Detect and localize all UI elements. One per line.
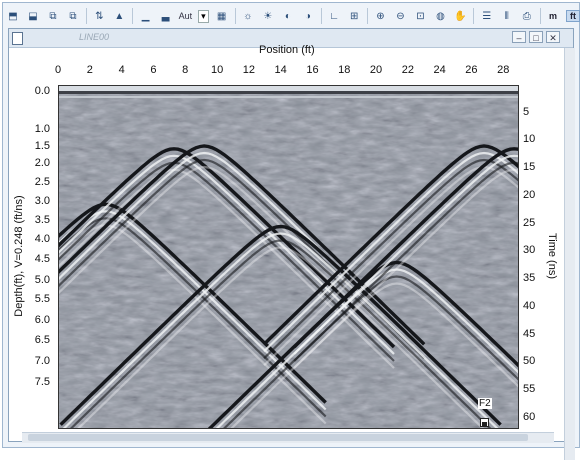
depth-tick-label: 5.5 xyxy=(22,293,50,305)
auto-select[interactable]: ▾ xyxy=(198,10,209,23)
restore-button[interactable]: □ xyxy=(529,31,543,43)
horizontal-scrollbar-thumb[interactable] xyxy=(28,434,528,441)
color-table-icon[interactable]: ▦ xyxy=(215,7,229,25)
depth-tick-label: 4.0 xyxy=(22,233,50,245)
time-tick-label: 10 xyxy=(523,133,535,145)
depth-tick-label: 3.0 xyxy=(22,195,50,207)
depth-tick-label: 6.0 xyxy=(22,314,50,326)
time-tick-label: 50 xyxy=(523,355,535,367)
depth-tick-label: 4.5 xyxy=(22,253,50,265)
time-tick-label: 15 xyxy=(523,161,535,173)
time-tick-label: 45 xyxy=(523,328,535,340)
depth-tick-label: 0.0 xyxy=(22,85,50,97)
save-icon[interactable]: ⬓ xyxy=(26,7,40,25)
x-tick-label: 0 xyxy=(55,64,61,76)
hat-icon[interactable]: ▲ xyxy=(112,7,126,25)
gain-low-icon[interactable]: ▁ xyxy=(139,7,153,25)
x-tick-label: 18 xyxy=(338,64,350,76)
vertical-lines-icon[interactable]: ⦀ xyxy=(500,7,514,25)
radargram-image xyxy=(58,85,519,429)
time-tick-label: 60 xyxy=(523,411,535,423)
vertical-scrollbar[interactable] xyxy=(564,48,575,460)
x-tick-label: 2 xyxy=(87,64,93,76)
x-tick-label: 4 xyxy=(119,64,125,76)
gain-high-icon[interactable]: ▃ xyxy=(159,7,173,25)
x-tick-label: 26 xyxy=(465,64,477,76)
contrast-up-icon[interactable]: ◐ xyxy=(281,7,295,25)
time-tick-label: 30 xyxy=(523,244,535,256)
x-tick-label: 20 xyxy=(370,64,382,76)
time-tick-label: 40 xyxy=(523,300,535,312)
print-icon[interactable]: ⎙ xyxy=(520,7,534,25)
brightness-down-icon[interactable]: ☀ xyxy=(261,7,275,25)
depth-tick-label: 2.0 xyxy=(22,157,50,169)
x-tick-label: 22 xyxy=(402,64,414,76)
unit-feet-button[interactable]: ft xyxy=(566,10,580,22)
zoom-fit-icon[interactable]: ⊡ xyxy=(413,7,427,25)
depth-tick-label: 5.0 xyxy=(22,274,50,286)
time-tick-label: 20 xyxy=(523,189,535,201)
auto-label: Aut xyxy=(179,11,193,21)
x-tick-label: 12 xyxy=(243,64,255,76)
contrast-down-icon[interactable]: ◑ xyxy=(301,7,315,25)
x-tick-label: 24 xyxy=(434,64,446,76)
depth-tick-label: 7.0 xyxy=(22,355,50,367)
globe-icon[interactable]: ◍ xyxy=(433,7,447,25)
horizontal-lines-icon[interactable]: ☰ xyxy=(480,7,494,25)
zoom-out-icon[interactable]: ⊖ xyxy=(393,7,407,25)
depth-tick-label: 3.5 xyxy=(22,214,50,226)
depth-tick-label: 7.5 xyxy=(22,376,50,388)
time-tick-label: 35 xyxy=(523,272,535,284)
depth-tick-label: 6.5 xyxy=(22,334,50,346)
depth-tick-label: 2.5 xyxy=(22,176,50,188)
marker-icon[interactable]: ⊞ xyxy=(347,7,361,25)
x-tick-label: 6 xyxy=(150,64,156,76)
hand-icon[interactable]: ✋ xyxy=(453,7,467,25)
split-icon[interactable]: ⧉ xyxy=(46,7,60,25)
depth-tick-label: 1.0 xyxy=(22,123,50,135)
minimize-button[interactable]: – xyxy=(512,31,526,43)
marker-label: F2 xyxy=(478,398,492,409)
x-tick-label: 28 xyxy=(497,64,509,76)
merge-icon[interactable]: ⧉ xyxy=(66,7,80,25)
x-tick-label: 14 xyxy=(275,64,287,76)
axis-icon[interactable]: ∟ xyxy=(327,7,341,25)
open-file-icon[interactable]: ⬒ xyxy=(6,7,20,25)
x-tick-label: 16 xyxy=(306,64,318,76)
brightness-up-icon[interactable]: ☼ xyxy=(241,7,255,25)
document-icon xyxy=(12,32,23,45)
zoom-in-icon[interactable]: ⊕ xyxy=(373,7,387,25)
time-tick-label: 55 xyxy=(523,383,535,395)
filter-icon[interactable]: ⇅ xyxy=(92,7,106,25)
x-tick-label: 8 xyxy=(182,64,188,76)
window-title: LINE00 xyxy=(79,32,109,42)
horizontal-scrollbar[interactable] xyxy=(22,432,554,443)
close-button[interactable]: ✕ xyxy=(546,31,560,43)
marker-icon[interactable] xyxy=(480,418,489,427)
x-tick-label: 10 xyxy=(211,64,223,76)
time-tick-label: 25 xyxy=(523,217,535,229)
unit-meters-button[interactable]: m xyxy=(546,11,560,21)
toolbar: ⬒ ⬓ ⧉ ⧉ ⇅ ▲ ▁ ▃ Aut ▾ ▦ ☼ ☀ ◐ ◑ ∟ ⊞ ⊕ ⊖ … xyxy=(6,5,580,27)
radargram-plot[interactable] xyxy=(58,85,519,429)
time-axis-title: Time (ns) xyxy=(546,216,558,296)
depth-axis-title: Depth(ft), V=0.248 (ft/ns) xyxy=(13,176,25,336)
depth-tick-label: 1.5 xyxy=(22,140,50,152)
time-tick-label: 5 xyxy=(523,106,529,118)
x-axis-title: Position (ft) xyxy=(259,44,315,56)
